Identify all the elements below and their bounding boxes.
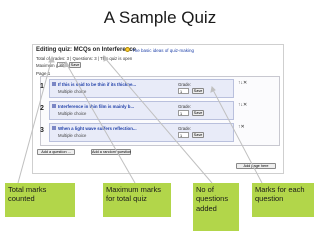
grade-input[interactable]: 1 — [178, 88, 189, 94]
question-row: Interference in thin film is mainly b...… — [49, 101, 234, 120]
grade-label: Grade: — [178, 81, 192, 87]
question-list: 1 If this is said to be thin if its thic… — [40, 76, 280, 146]
callout-no-of-questions: No of questions added — [193, 183, 239, 231]
add-page-button[interactable]: Add page here — [236, 163, 276, 169]
question-type-icon — [52, 82, 56, 86]
maximum-grade-save-button[interactable]: Save — [69, 61, 81, 68]
question-number: 3 — [40, 127, 44, 134]
help-icon[interactable] — [125, 47, 130, 52]
question-number: 1 — [40, 83, 44, 90]
grade-save-button[interactable]: Save — [192, 88, 204, 94]
quiz-editor-screenshot: Editing quiz: MCQs on Interference The b… — [32, 44, 284, 174]
add-question-button[interactable]: Add a question ... — [37, 149, 75, 155]
maximum-grade-input[interactable]: 100 — [57, 62, 67, 67]
help-link[interactable]: The basic ideas of quiz-making — [132, 48, 194, 53]
question-row: When a light wave suffers reflection... … — [49, 123, 234, 142]
grade-save-button[interactable]: Save — [192, 132, 204, 138]
total-grades-line: Total of grades: 3 | Questions: 3 | This… — [36, 56, 133, 61]
question-move-delete-icons[interactable]: ↑↓✕ — [238, 80, 247, 86]
callout-maximum-marks: Maximum marks for total quiz — [103, 183, 171, 217]
question-type: Multiple choice — [58, 89, 87, 94]
slide-title: A Sample Quiz — [103, 8, 217, 27]
question-type-icon — [52, 104, 56, 108]
grade-input[interactable]: 1 — [178, 132, 189, 138]
question-move-delete-icons[interactable]: ↑↓✕ — [238, 102, 247, 108]
question-link[interactable]: If this is said to be thin if its thickn… — [58, 82, 136, 87]
grade-input[interactable]: 1 — [178, 110, 189, 116]
question-number: 2 — [40, 105, 44, 112]
question-type: Multiple choice — [58, 111, 87, 116]
question-link[interactable]: When a light wave suffers reflection... — [58, 126, 137, 131]
question-link[interactable]: Interference in thin film is mainly b... — [58, 104, 134, 109]
grade-save-button[interactable]: Save — [192, 110, 204, 116]
grade-label: Grade: — [178, 125, 192, 131]
question-type-icon — [52, 126, 56, 130]
question-row: If this is said to be thin if its thickn… — [49, 79, 234, 98]
callout-total-marks: Total marks counted — [5, 183, 75, 217]
question-move-delete-icons[interactable]: ↑✕ — [238, 124, 245, 130]
editing-quiz-heading: Editing quiz: MCQs on Interference — [36, 47, 137, 53]
question-type: Multiple choice — [58, 133, 87, 138]
grade-label: Grade: — [178, 103, 192, 109]
callout-marks-each-question: Marks for each question — [252, 183, 314, 217]
add-random-question-button[interactable]: Add a random question — [91, 149, 131, 155]
